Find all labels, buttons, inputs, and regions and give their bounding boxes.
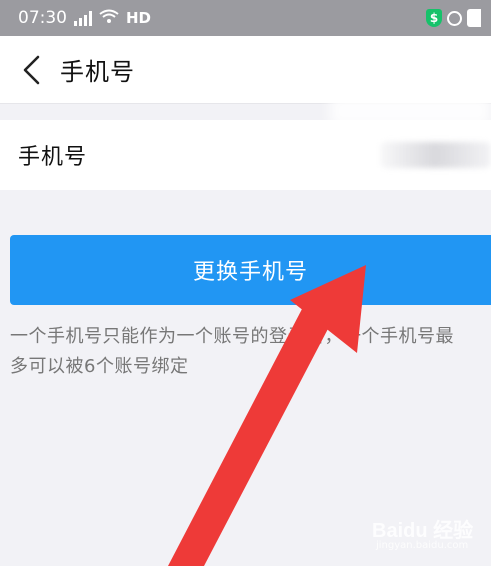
- battery-icon: [467, 9, 481, 27]
- watermark-logo: Baidu 经验: [372, 520, 474, 542]
- status-right: $: [426, 9, 481, 27]
- network-type-label: HD: [126, 9, 152, 27]
- phone-number-value-blurred: [380, 142, 491, 168]
- wifi-icon: [99, 9, 119, 27]
- alarm-icon: [447, 10, 462, 26]
- phone-number-row: 手机号: [0, 120, 491, 190]
- shield-icon: $: [426, 9, 442, 27]
- signal-icon: [74, 10, 92, 26]
- chevron-left-icon[interactable]: [12, 50, 52, 90]
- app-header: 手机号: [0, 36, 491, 104]
- status-time: 07:30: [18, 8, 67, 28]
- phone-binding-note: 一个手机号只能作为一个账号的登录名，一个手机号最 多可以被6个账号绑定: [10, 326, 454, 377]
- status-bar: 07:30 HD $: [0, 0, 491, 36]
- status-left: 07:30 HD: [18, 8, 151, 28]
- page-title: 手机号: [60, 58, 135, 86]
- phone-number-label: 手机号: [18, 145, 88, 170]
- change-phone-button[interactable]: 更换手机号: [10, 235, 491, 305]
- watermark-url: jingyan.baidu.com: [376, 540, 469, 551]
